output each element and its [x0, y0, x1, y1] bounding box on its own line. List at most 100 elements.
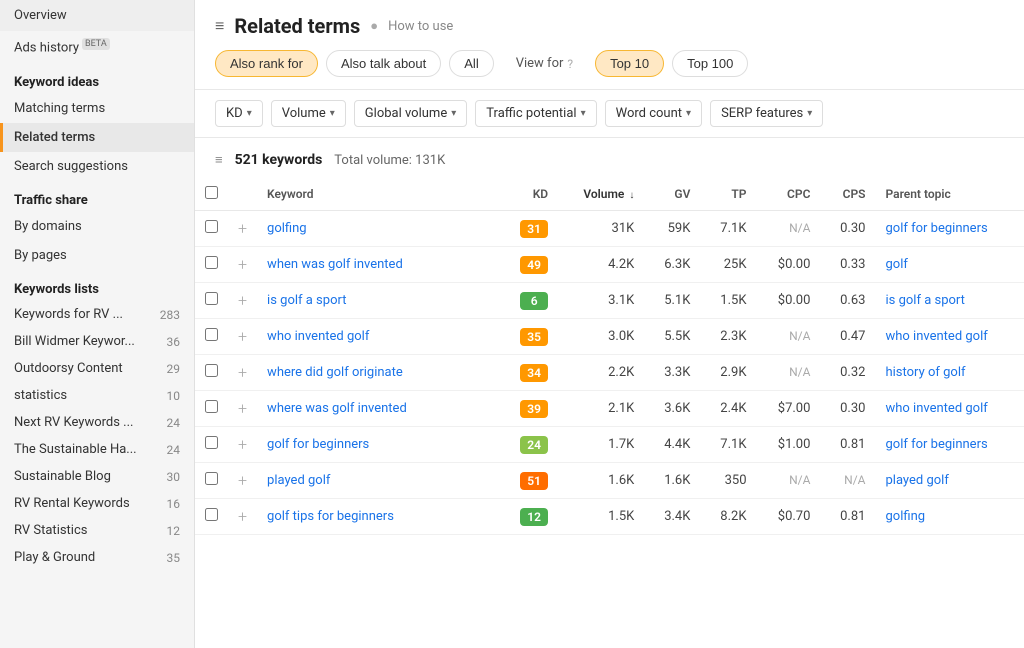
keyword-link[interactable]: golf for beginners	[267, 437, 369, 452]
select-all-checkbox[interactable]	[205, 186, 218, 199]
add-cell[interactable]: +	[228, 355, 257, 391]
keyword-link[interactable]: golfing	[267, 221, 307, 236]
keyword-link[interactable]: where was golf invented	[267, 401, 407, 416]
sidebar-list-item[interactable]: Play & Ground35	[0, 544, 194, 571]
keyword-link[interactable]: played golf	[267, 473, 330, 488]
sidebar-item-overview[interactable]: Overview	[0, 0, 194, 31]
sidebar-item-related-terms[interactable]: Related terms	[0, 123, 194, 152]
tab-also-rank-for[interactable]: Also rank for	[215, 50, 318, 77]
add-button[interactable]: +	[238, 255, 247, 274]
add-cell[interactable]: +	[228, 283, 257, 319]
parent-topic-link[interactable]: golf for beginners	[885, 437, 987, 452]
parent-topic-link[interactable]: who invented golf	[885, 401, 987, 416]
keyword-link[interactable]: where did golf originate	[267, 365, 403, 380]
help-icon[interactable]: ●	[370, 18, 378, 34]
list-icon[interactable]: ≡	[215, 152, 223, 168]
row-checkbox[interactable]	[205, 328, 218, 341]
row-checkbox-cell[interactable]	[195, 283, 228, 319]
keyword-header[interactable]: Keyword	[257, 178, 500, 211]
row-checkbox[interactable]	[205, 508, 218, 521]
row-checkbox-cell[interactable]	[195, 463, 228, 499]
parent-topic-link[interactable]: golfing	[885, 509, 925, 524]
row-checkbox-cell[interactable]	[195, 319, 228, 355]
total-volume: Total volume: 131K	[334, 153, 445, 168]
tab-top-10[interactable]: Top 10	[595, 50, 664, 77]
row-checkbox[interactable]	[205, 292, 218, 305]
keyword-link[interactable]: who invented golf	[267, 329, 369, 344]
hamburger-icon[interactable]: ≡	[215, 16, 224, 36]
keyword-link[interactable]: is golf a sport	[267, 293, 346, 308]
add-cell[interactable]: +	[228, 211, 257, 247]
sidebar-list-item[interactable]: Bill Widmer Keywor...36	[0, 328, 194, 355]
word-count-dropdown-arrow: ▾	[686, 108, 691, 119]
sidebar-list-item[interactable]: Next RV Keywords ...24	[0, 409, 194, 436]
sidebar-list-item[interactable]: Keywords for RV ...283	[0, 301, 194, 328]
row-checkbox[interactable]	[205, 472, 218, 485]
add-button[interactable]: +	[238, 435, 247, 454]
row-checkbox-cell[interactable]	[195, 211, 228, 247]
sidebar-item-search-suggestions[interactable]: Search suggestions	[0, 152, 194, 181]
add-cell[interactable]: +	[228, 463, 257, 499]
tab-all[interactable]: All	[449, 50, 493, 77]
select-all-header[interactable]	[195, 178, 228, 211]
parent-topic-link[interactable]: played golf	[885, 473, 948, 488]
cps-header[interactable]: CPS	[820, 178, 875, 211]
tab-top-100[interactable]: Top 100	[672, 50, 748, 77]
kd-filter-dropdown[interactable]: KD ▾	[215, 100, 263, 127]
add-button[interactable]: +	[238, 363, 247, 382]
sidebar-list-item[interactable]: Sustainable Blog30	[0, 463, 194, 490]
serp-features-filter-dropdown[interactable]: SERP features ▾	[710, 100, 823, 127]
parent-topic-header[interactable]: Parent topic	[875, 178, 1024, 211]
how-to-use-link[interactable]: How to use	[388, 19, 453, 34]
gv-header[interactable]: GV	[644, 178, 700, 211]
sidebar-list-item[interactable]: The Sustainable Ha...24	[0, 436, 194, 463]
global-volume-filter-dropdown[interactable]: Global volume ▾	[354, 100, 467, 127]
row-checkbox-cell[interactable]	[195, 355, 228, 391]
row-checkbox[interactable]	[205, 400, 218, 413]
volume-filter-dropdown[interactable]: Volume ▾	[271, 100, 346, 127]
add-cell[interactable]: +	[228, 391, 257, 427]
parent-topic-link[interactable]: is golf a sport	[885, 293, 964, 308]
tp-header[interactable]: TP	[700, 178, 756, 211]
cpc-cell: N/A	[757, 211, 821, 247]
add-button[interactable]: +	[238, 219, 247, 238]
add-cell[interactable]: +	[228, 427, 257, 463]
parent-topic-link[interactable]: who invented golf	[885, 329, 987, 344]
parent-topic-link[interactable]: golf for beginners	[885, 221, 987, 236]
row-checkbox[interactable]	[205, 364, 218, 377]
sidebar-list-item[interactable]: RV Statistics12	[0, 517, 194, 544]
row-checkbox-cell[interactable]	[195, 499, 228, 535]
volume-header[interactable]: Volume ↓	[558, 178, 644, 211]
add-button[interactable]: +	[238, 471, 247, 490]
sidebar-item-by-pages[interactable]: By pages	[0, 241, 194, 270]
sidebar-list-item[interactable]: Outdoorsy Content29	[0, 355, 194, 382]
row-checkbox[interactable]	[205, 256, 218, 269]
sidebar-list-item[interactable]: statistics10	[0, 382, 194, 409]
sidebar-item-matching-terms[interactable]: Matching terms	[0, 94, 194, 123]
add-button[interactable]: +	[238, 507, 247, 526]
add-button[interactable]: +	[238, 291, 247, 310]
row-checkbox[interactable]	[205, 220, 218, 233]
add-cell[interactable]: +	[228, 499, 257, 535]
row-checkbox-cell[interactable]	[195, 427, 228, 463]
add-cell[interactable]: +	[228, 247, 257, 283]
row-checkbox-cell[interactable]	[195, 247, 228, 283]
word-count-filter-dropdown[interactable]: Word count ▾	[605, 100, 702, 127]
add-cell[interactable]: +	[228, 319, 257, 355]
row-checkbox[interactable]	[205, 436, 218, 449]
kd-header[interactable]: KD	[500, 178, 558, 211]
view-for-help-icon[interactable]: ?	[567, 57, 573, 71]
row-checkbox-cell[interactable]	[195, 391, 228, 427]
tab-also-talk-about[interactable]: Also talk about	[326, 50, 441, 77]
sidebar-item-by-domains[interactable]: By domains	[0, 212, 194, 241]
cpc-header[interactable]: CPC	[757, 178, 821, 211]
keyword-link[interactable]: when was golf invented	[267, 257, 403, 272]
parent-topic-link[interactable]: golf	[885, 257, 907, 272]
traffic-potential-filter-dropdown[interactable]: Traffic potential ▾	[475, 100, 596, 127]
sidebar-list-item[interactable]: RV Rental Keywords16	[0, 490, 194, 517]
keyword-link[interactable]: golf tips for beginners	[267, 509, 394, 524]
parent-topic-link[interactable]: history of golf	[885, 365, 965, 380]
add-button[interactable]: +	[238, 327, 247, 346]
sidebar-item-ads-history[interactable]: Ads historyBETA	[0, 31, 194, 63]
add-button[interactable]: +	[238, 399, 247, 418]
